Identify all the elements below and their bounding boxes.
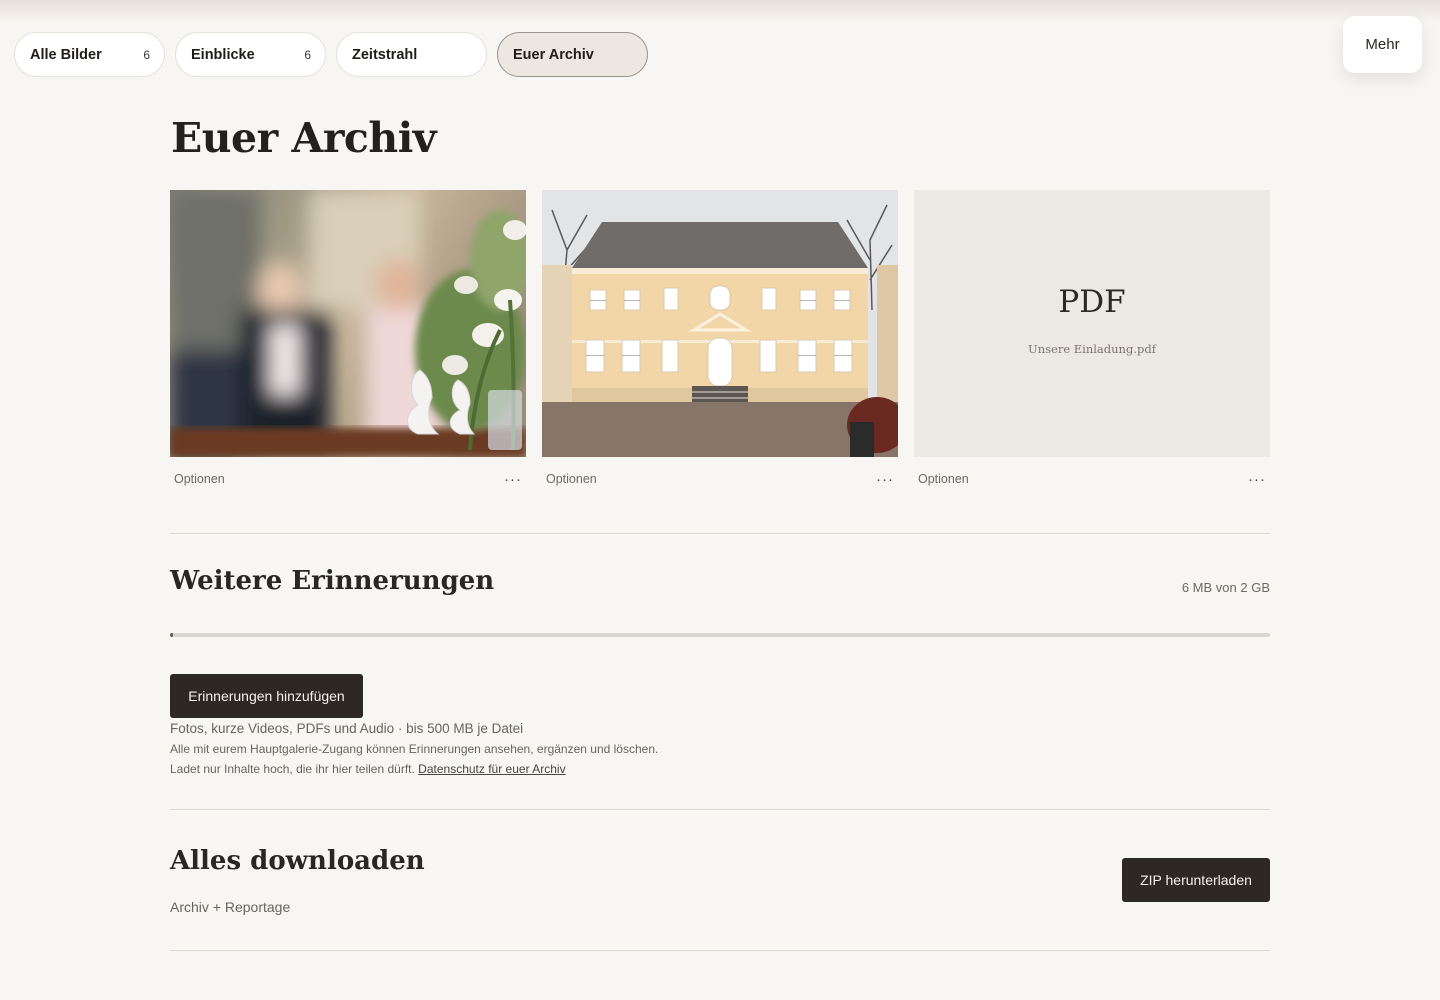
access-note: Alle mit eurem Hauptgalerie-Zugang könne… bbox=[170, 742, 659, 756]
wedding-photo-image bbox=[170, 190, 526, 457]
download-heading: Alles downloaden bbox=[170, 846, 425, 876]
tab-zeitstrahl[interactable]: Zeitstrahl bbox=[336, 32, 487, 77]
options-label: Optionen bbox=[546, 472, 597, 486]
storage-usage: 6 MB von 2 GB bbox=[1181, 580, 1270, 595]
ellipsis-icon[interactable]: ··· bbox=[876, 471, 894, 488]
ellipsis-icon[interactable]: ··· bbox=[504, 471, 522, 488]
wedding-photo[interactable] bbox=[170, 190, 526, 457]
download-subtitle: Archiv + Reportage bbox=[170, 899, 291, 915]
card-footer: Optionen ··· bbox=[914, 457, 1270, 501]
ellipsis-icon[interactable]: ··· bbox=[1248, 471, 1266, 488]
tab-label: Alle Bilder bbox=[30, 46, 102, 63]
upload-formats: Fotos, kurze Videos, PDFs und Audio · bi… bbox=[170, 721, 524, 736]
tab-count: 6 bbox=[143, 47, 150, 62]
upload-note-line: Ladet nur Inhalte hoch, die ihr hier tei… bbox=[170, 762, 566, 776]
gallery-tabs: Alle Bilder 6 Einblicke 6 Zeitstrahl Eue… bbox=[14, 32, 648, 77]
divider bbox=[170, 533, 1270, 534]
upload-note: Ladet nur Inhalte hoch, die ihr hier tei… bbox=[170, 762, 415, 776]
more-button[interactable]: Mehr bbox=[1343, 16, 1422, 73]
storage-progress-bar bbox=[170, 633, 1270, 637]
manor-house-image bbox=[542, 190, 898, 457]
pdf-title: PDF bbox=[1058, 283, 1126, 320]
privacy-link[interactable]: Datenschutz für euer Archiv bbox=[418, 762, 565, 776]
pdf-file-name: Unsere Einladung.pdf bbox=[1028, 341, 1156, 356]
zip-download-button[interactable]: ZIP herunterladen bbox=[1122, 858, 1270, 902]
tab-euer-archiv[interactable]: Euer Archiv bbox=[497, 32, 648, 77]
tab-label: Zeitstrahl bbox=[352, 46, 418, 63]
tab-label: Euer Archiv bbox=[513, 46, 594, 63]
top-shade bbox=[0, 0, 1440, 22]
add-memories-button[interactable]: Erinnerungen hinzufügen bbox=[170, 674, 363, 718]
card-footer: Optionen ··· bbox=[542, 457, 898, 501]
card-footer: Optionen ··· bbox=[170, 457, 526, 501]
archive-card-pdf: PDF Unsere Einladung.pdf Optionen ··· bbox=[914, 190, 1270, 501]
tab-einblicke[interactable]: Einblicke 6 bbox=[175, 32, 326, 77]
archive-card-photo-2: Optionen ··· bbox=[542, 190, 898, 501]
options-label: Optionen bbox=[918, 472, 969, 486]
divider bbox=[170, 950, 1270, 951]
options-label: Optionen bbox=[174, 472, 225, 486]
tab-alle-bilder[interactable]: Alle Bilder 6 bbox=[14, 32, 165, 77]
storage-progress-fill bbox=[170, 633, 174, 637]
divider bbox=[170, 809, 1270, 810]
tab-label: Einblicke bbox=[191, 46, 255, 63]
manor-house-photo[interactable] bbox=[542, 190, 898, 457]
tab-count: 6 bbox=[304, 47, 311, 62]
page-title: Euer Archiv bbox=[171, 114, 437, 162]
memories-heading: Weitere Erinnerungen bbox=[170, 566, 495, 596]
pdf-preview[interactable]: PDF Unsere Einladung.pdf bbox=[914, 190, 1270, 457]
archive-card-photo-1: Optionen ··· bbox=[170, 190, 526, 501]
